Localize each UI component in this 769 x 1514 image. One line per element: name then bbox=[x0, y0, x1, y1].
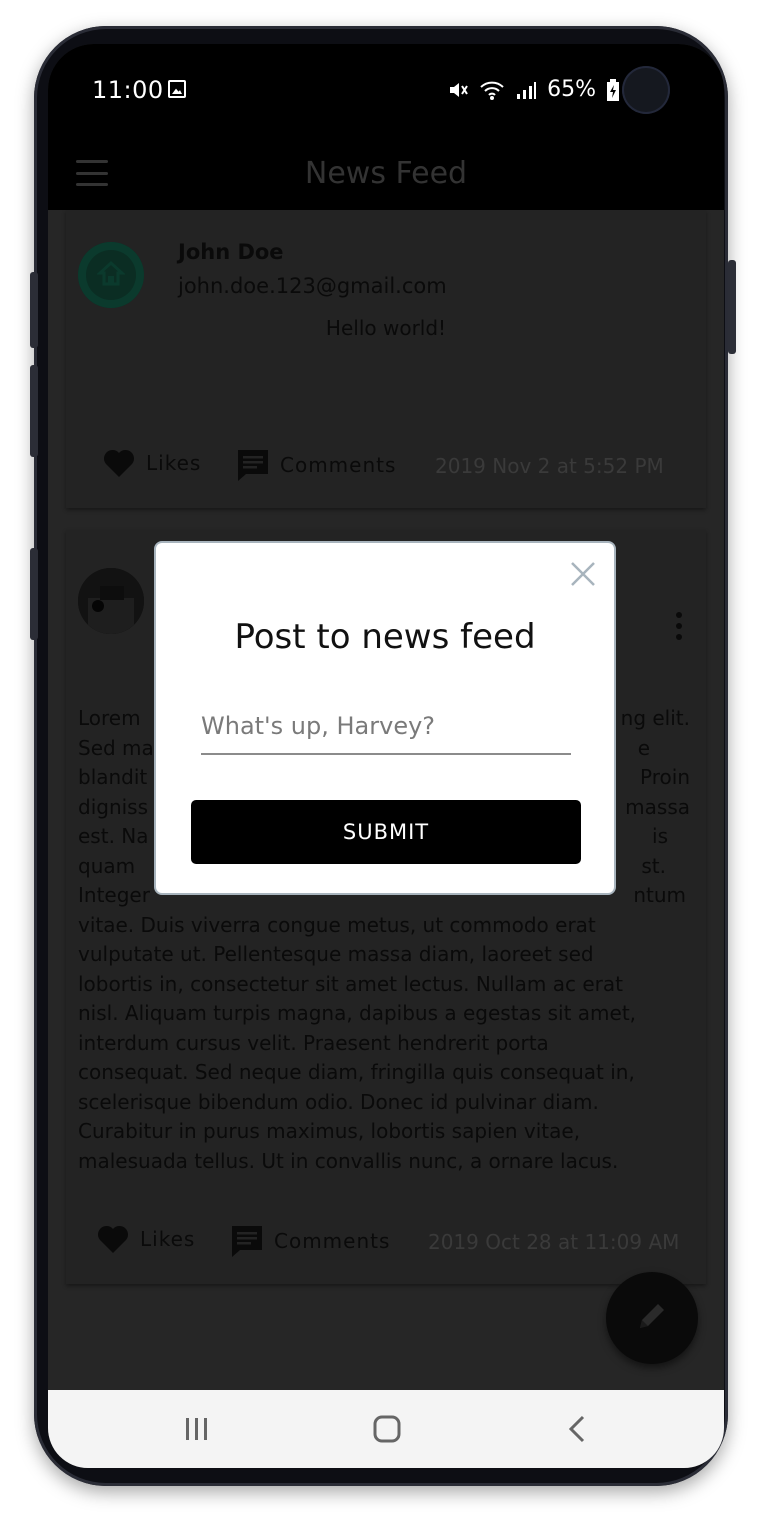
recent-apps-icon[interactable] bbox=[184, 1414, 210, 1444]
power-button bbox=[728, 260, 736, 354]
wifi-icon bbox=[480, 81, 504, 100]
status-time: 11:00 bbox=[92, 76, 164, 104]
more-options-icon[interactable] bbox=[676, 612, 682, 640]
avatar[interactable] bbox=[78, 568, 144, 634]
avatar-photo bbox=[78, 568, 144, 634]
comments-button[interactable]: Comments bbox=[236, 448, 396, 482]
post-text-line: Curabitur in purus maximus, lobortis sap… bbox=[78, 1119, 581, 1143]
likes-button[interactable]: Likes bbox=[102, 448, 201, 478]
post-text-left-6: quam bbox=[78, 853, 136, 878]
comment-icon bbox=[238, 450, 268, 481]
post-text-line: nisl. Aliquam turpis magna, dapibus a eg… bbox=[78, 1001, 637, 1025]
post-input[interactable] bbox=[201, 699, 571, 755]
status-icons: 65% bbox=[447, 77, 620, 102]
pencil-icon bbox=[640, 1304, 664, 1328]
post-card: John Doe john.doe.123@gmail.com Hello wo… bbox=[66, 210, 706, 508]
mute-icon bbox=[450, 82, 468, 97]
post-text-right-1: ng elit. bbox=[620, 706, 690, 730]
image-icon bbox=[168, 80, 186, 98]
post-text-right-7: ntum bbox=[633, 883, 686, 907]
post-text-line: consequat. Sed neque diam, fringilla qui… bbox=[78, 1060, 635, 1084]
post-text-line: interdum cursus velit. Praesent hendreri… bbox=[78, 1030, 549, 1055]
post-text-line: malesuada tellus. Ut in convallis nunc, … bbox=[78, 1148, 619, 1173]
battery-icon bbox=[607, 78, 619, 101]
post-text-line: lobortis in, consectetur sit amet lectus… bbox=[78, 971, 623, 996]
post-actions: Likes Comments 2019 Oct 28 at 11:09 AM bbox=[66, 1224, 706, 1264]
post-text-left-4: digniss bbox=[78, 794, 149, 819]
post-text-line: vulputate ut. Pellentesque massa diam, l… bbox=[78, 942, 594, 966]
volume-up-button bbox=[30, 272, 38, 348]
battery-percent: 65% bbox=[547, 77, 596, 102]
likes-label: Likes bbox=[140, 1227, 196, 1251]
page-title: News Feed bbox=[304, 156, 468, 191]
front-camera bbox=[622, 66, 670, 114]
post-author: John Doe bbox=[178, 240, 284, 264]
submit-button[interactable]: SUBMIT bbox=[191, 800, 581, 864]
avatar[interactable] bbox=[78, 242, 144, 308]
post-timestamp: 2019 Nov 2 at 5:52 PM bbox=[435, 454, 664, 478]
system-nav-bar bbox=[48, 1390, 724, 1468]
comments-button[interactable]: Comments bbox=[230, 1224, 390, 1258]
heart-icon bbox=[97, 1225, 129, 1253]
back-icon[interactable] bbox=[566, 1414, 588, 1444]
status-bar: 11:00 65% bbox=[48, 44, 724, 136]
likes-label: Likes bbox=[146, 451, 202, 475]
post-text-left-3: blandit bbox=[78, 765, 148, 789]
app-bar: News Feed bbox=[48, 136, 724, 210]
post-text-right-6: st. bbox=[641, 853, 666, 878]
post-text-right-4: massa bbox=[625, 794, 690, 819]
post-dialog: Post to news feed SUBMIT bbox=[154, 541, 616, 895]
heart-icon bbox=[103, 449, 135, 477]
comments-label: Comments bbox=[280, 453, 397, 477]
volume-down-button bbox=[30, 365, 38, 457]
post-text-left-5: est. Na bbox=[78, 824, 149, 848]
likes-button[interactable]: Likes bbox=[96, 1224, 195, 1254]
post-text: Hello world! bbox=[325, 316, 447, 340]
dialog-title: Post to news feed bbox=[234, 617, 536, 657]
post-timestamp: 2019 Oct 28 at 11:09 AM bbox=[428, 1230, 680, 1254]
post-text-line: scelerisque bibendum odio. Donec id pulv… bbox=[78, 1089, 599, 1114]
post-email: john.doe.123@gmail.com bbox=[178, 274, 447, 298]
post-text-right-5: is bbox=[652, 824, 668, 848]
comment-icon bbox=[232, 1226, 262, 1257]
house-icon bbox=[97, 260, 125, 286]
signal-icon bbox=[517, 81, 537, 99]
home-icon[interactable] bbox=[372, 1414, 402, 1444]
post-text-left-7: Integer bbox=[78, 883, 150, 907]
comments-label: Comments bbox=[274, 1229, 391, 1253]
post-text-left-2: Sed ma bbox=[78, 735, 154, 760]
post-text-right-2: e bbox=[637, 735, 650, 760]
post-text-left-1: Lorem bbox=[78, 706, 141, 730]
post-text-line: vitae. Duis viverra congue metus, ut com… bbox=[78, 912, 596, 937]
post-actions: Likes Comments 2019 Nov 2 at 5:52 PM bbox=[66, 448, 706, 488]
bixby-button bbox=[30, 548, 38, 640]
compose-post-button[interactable] bbox=[606, 1272, 698, 1364]
post-text-right-3: Proin bbox=[640, 765, 690, 789]
close-icon[interactable] bbox=[568, 559, 598, 589]
